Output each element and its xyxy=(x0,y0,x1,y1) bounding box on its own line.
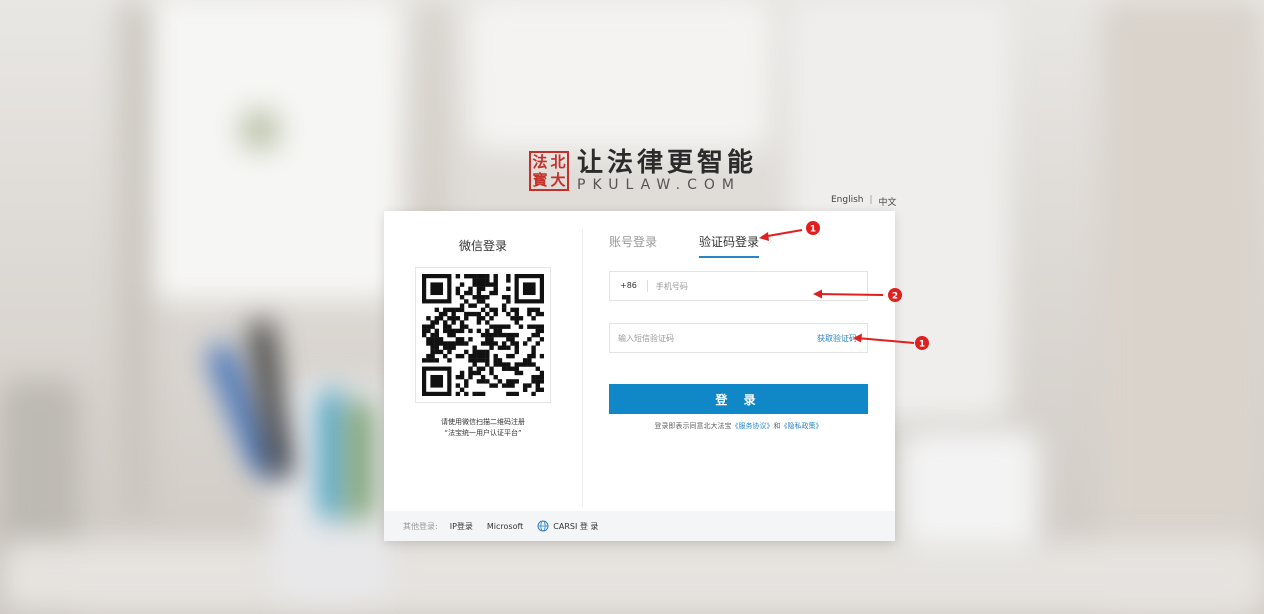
pkulaw-seal-icon: 法北 寳大 xyxy=(529,151,569,191)
column-divider xyxy=(582,229,583,507)
language-switch: English | 中文 xyxy=(831,195,897,208)
login-button[interactable]: 登 录 xyxy=(609,384,868,414)
logo-slogan: 让法律更智能 xyxy=(577,148,758,178)
tab-code-login[interactable]: 验证码登录 xyxy=(699,233,760,258)
other-login-label: 其他登录: xyxy=(403,521,438,531)
sms-code-input[interactable] xyxy=(610,333,817,343)
tab-account-login[interactable]: 账号登录 xyxy=(609,233,657,258)
wechat-login-title: 微信登录 xyxy=(458,239,507,253)
agreement-text: 登录即表示同意北大法宝《服务协议》和《隐私政策》 xyxy=(654,422,823,430)
get-code-button[interactable]: 获取验证码 xyxy=(817,333,867,344)
other-login-bar: 其他登录: IP登录 Microsoft CARSI 登 录 xyxy=(384,511,895,541)
pkulaw-logo: 法北 寳大 让法律更智能 PKULAW.COM xyxy=(529,149,757,193)
login-tabs: 账号登录 验证码登录 xyxy=(609,233,760,258)
phone-field: +86 xyxy=(609,271,868,301)
country-code-select[interactable]: +86 xyxy=(610,280,648,292)
login-card: 微信登录 请使用微信扫描二维码注册 “法宝统一用户认证平台” 账号登录 验证码登… xyxy=(384,211,895,541)
sms-code-field: 获取验证码 xyxy=(609,323,868,353)
wechat-qr-code xyxy=(415,267,551,403)
privacy-link[interactable]: 《隐私政策》 xyxy=(781,422,823,430)
globe-icon xyxy=(537,520,549,532)
qr-hint: 请使用微信扫描二维码注册 “法宝统一用户认证平台” xyxy=(441,418,525,437)
terms-link[interactable]: 《服务协议》 xyxy=(732,422,774,430)
phone-input[interactable] xyxy=(647,281,867,291)
logo-domain: PKULAW.COM xyxy=(577,177,741,193)
ip-login-link[interactable]: IP登录 xyxy=(450,521,473,532)
lang-english-link[interactable]: English xyxy=(831,195,864,208)
microsoft-login-link[interactable]: Microsoft xyxy=(487,522,523,531)
lang-chinese-link[interactable]: 中文 xyxy=(879,195,897,208)
wechat-login-panel: 微信登录 请使用微信扫描二维码注册 “法宝统一用户认证平台” xyxy=(384,211,582,511)
carsi-login-link[interactable]: CARSI 登 录 xyxy=(537,520,598,532)
lang-separator: | xyxy=(869,195,873,205)
qr-code-icon xyxy=(422,274,544,396)
